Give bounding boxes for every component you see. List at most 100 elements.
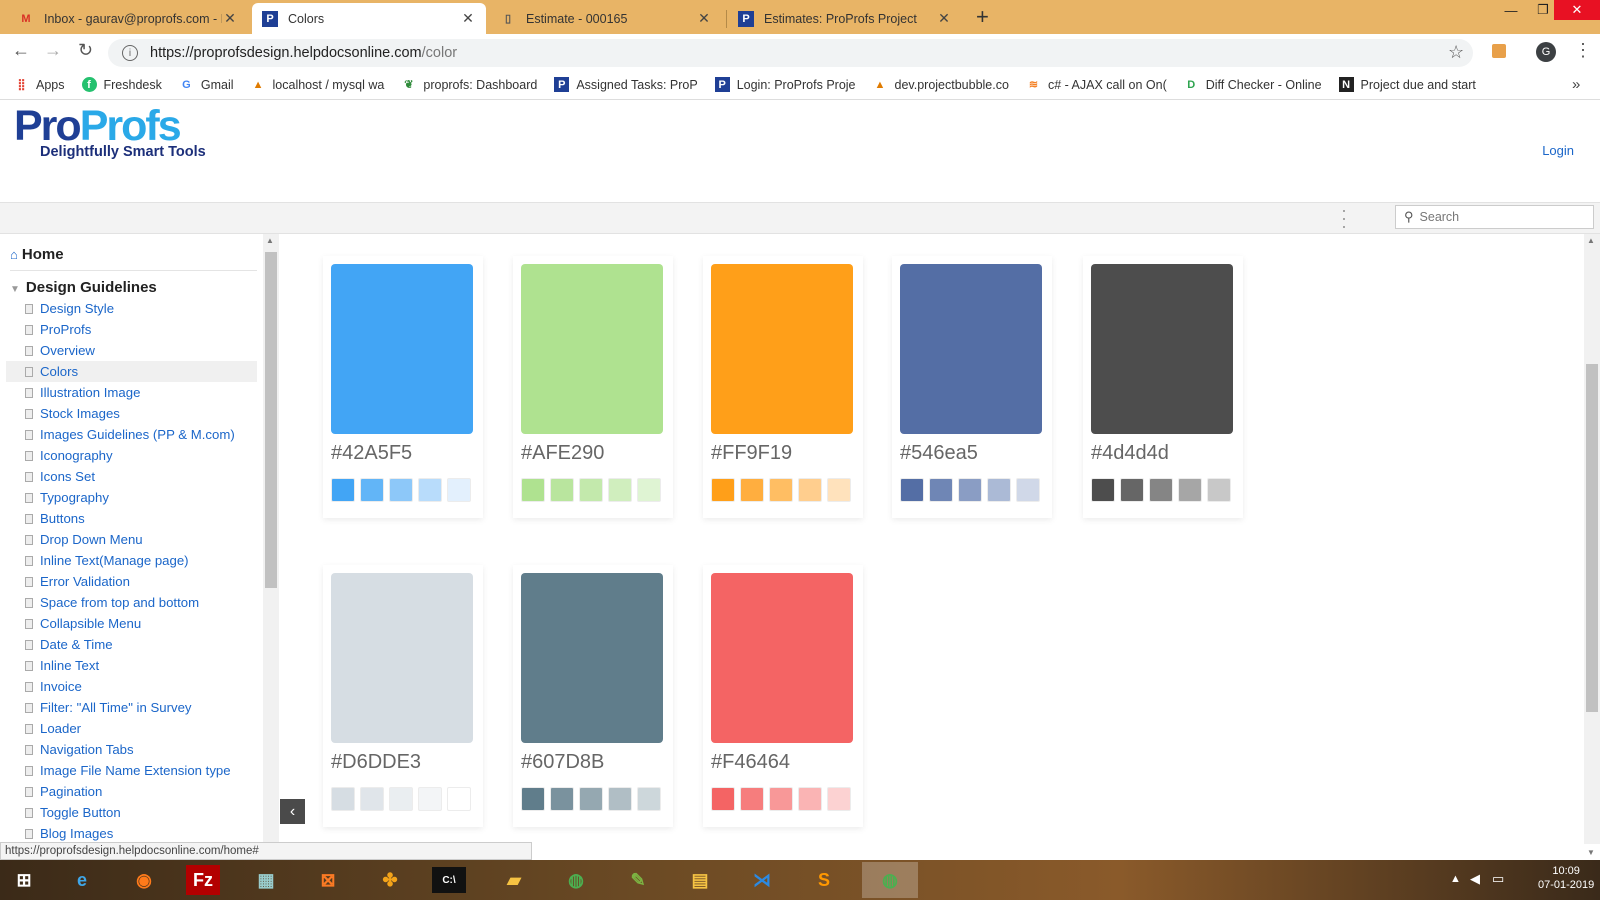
close-tab-icon[interactable]: ✕ xyxy=(222,10,238,27)
sidebar-item-error-validation[interactable]: Error Validation xyxy=(6,571,257,592)
close-window-icon[interactable]: ✕ xyxy=(1554,0,1600,20)
bookmark-gmail[interactable]: G Gmail xyxy=(179,77,233,92)
sidebar-item-navigation-tabs[interactable]: Navigation Tabs xyxy=(6,739,257,760)
volume-icon[interactable]: ◀ xyxy=(1470,871,1480,887)
main-scrollbar-thumb[interactable] xyxy=(1586,364,1598,712)
sidebar-item-stock-images[interactable]: Stock Images xyxy=(6,403,257,424)
sidebar-item-collapsible-menu[interactable]: Collapsible Menu xyxy=(6,613,257,634)
sidebar-item-typography[interactable]: Typography xyxy=(6,487,257,508)
command-prompt-icon[interactable]: C:\ xyxy=(432,867,466,893)
tab-estimates-project[interactable]: P Estimates: ProProfs Project ✕ xyxy=(728,3,962,34)
file-explorer-icon[interactable]: ▤ xyxy=(680,862,720,898)
notepad-plus-icon[interactable]: ✎ xyxy=(618,862,658,898)
sidebar-item-date-time[interactable]: Date & Time xyxy=(6,634,257,655)
sidebar-item-inline-text-manage-page[interactable]: Inline Text(Manage page) xyxy=(6,550,257,571)
sidebar-nav-list: Design Style ProProfs Overview Colors Illust… xyxy=(6,298,257,844)
bookmark-star-icon[interactable]: ☆ xyxy=(1448,42,1464,63)
internet-explorer-icon[interactable]: e xyxy=(62,862,102,898)
sidebar-item-label: Invoice xyxy=(40,679,82,694)
back-icon[interactable]: ← xyxy=(12,40,30,61)
sidebar-item-iconography[interactable]: Iconography xyxy=(6,445,257,466)
sidebar-item-inline-text[interactable]: Inline Text xyxy=(6,655,257,676)
sidebar-item-label: Date & Time xyxy=(40,637,113,652)
sidebar-item-design-style[interactable]: Design Style xyxy=(6,298,257,319)
sidebar-item-image-file-name-extension-type[interactable]: Image File Name Extension type xyxy=(6,760,257,781)
new-tab-icon[interactable]: + xyxy=(976,4,989,30)
collapse-sidebar-button[interactable]: ‹ xyxy=(280,799,305,824)
sidebar-item-overview[interactable]: Overview xyxy=(6,340,257,361)
tab-gmail[interactable]: M Inbox - gaurav@proprofs.com - I ✕ xyxy=(8,3,248,34)
network-icon[interactable]: ▦ xyxy=(246,862,286,898)
sidebar-item-pagination[interactable]: Pagination xyxy=(6,781,257,802)
bookmarks-overflow-icon[interactable]: » xyxy=(1572,76,1580,93)
tray-arrow-icon[interactable]: ▲ xyxy=(1450,873,1461,885)
bookmark-phpmyadmin[interactable]: ▲ localhost / mysql wa xyxy=(251,77,385,92)
minimize-icon[interactable]: — xyxy=(1494,0,1528,20)
bookmark-diffchecker[interactable]: D Diff Checker - Online xyxy=(1184,77,1321,92)
sidebar-item-invoice[interactable]: Invoice xyxy=(6,676,257,697)
network-tray-icon[interactable]: ▭ xyxy=(1492,871,1504,887)
proprofs-logo[interactable]: ProProfs Delightfully Smart Tools xyxy=(14,104,206,160)
bookmark-notion[interactable]: N Project due and start xyxy=(1338,77,1476,92)
address-bar[interactable]: i https://proprofsdesign.helpdocsonline.… xyxy=(108,39,1473,67)
info-icon[interactable]: i xyxy=(122,45,138,61)
firefox-icon[interactable]: ◉ xyxy=(124,862,164,898)
close-tab-icon[interactable]: ✕ xyxy=(936,10,952,27)
bookmark-freshdesk[interactable]: f Freshdesk xyxy=(81,77,162,92)
sidebar-item-loader[interactable]: Loader xyxy=(6,718,257,739)
close-tab-icon[interactable]: ✕ xyxy=(696,10,712,27)
sidebar-home[interactable]: ⌂ Home xyxy=(10,246,64,263)
color-tints xyxy=(1091,478,1236,502)
clock[interactable]: 10:09 07-01-2019 xyxy=(1538,864,1594,892)
folder-icon[interactable]: ▰ xyxy=(494,862,534,898)
extension-icon[interactable] xyxy=(1492,44,1506,58)
bookmark-stackoverflow[interactable]: ≋ c# - AJAX call on On( xyxy=(1026,77,1167,92)
chrome-icon[interactable]: ◍ xyxy=(556,862,596,898)
scroll-down-icon[interactable]: ▼ xyxy=(1587,848,1595,857)
xampp-icon[interactable]: ⊠ xyxy=(308,862,348,898)
sidebar-item-icons-set[interactable]: Icons Set xyxy=(6,466,257,487)
page-icon xyxy=(25,513,33,524)
reload-icon[interactable]: ↻ xyxy=(78,40,93,61)
more-options-icon[interactable]: · · · xyxy=(1340,201,1348,235)
sidebar-item-colors[interactable]: Colors xyxy=(6,361,257,382)
color-hex-code: #FF9F19 xyxy=(711,442,793,464)
tab-colors[interactable]: P Colors ✕ xyxy=(252,3,486,34)
pinwheel-icon[interactable]: ✤ xyxy=(370,862,410,898)
bookmark-proprofs-dashboard[interactable]: ❦ proprofs: Dashboard xyxy=(401,77,537,92)
bookmark-projectbubble[interactable]: ▲ dev.projectbubble.co xyxy=(873,77,1009,92)
search-input[interactable]: ⚲ Search xyxy=(1395,205,1594,229)
sidebar-item-drop-down-menu[interactable]: Drop Down Menu xyxy=(6,529,257,550)
bookmark-label: Freshdesk xyxy=(103,77,162,92)
sidebar-item-illustration-image[interactable]: Illustration Image xyxy=(6,382,257,403)
sidebar-item-toggle-button[interactable]: Toggle Button xyxy=(6,802,257,823)
sublime-text-icon[interactable]: S xyxy=(804,862,844,898)
forward-icon[interactable]: → xyxy=(44,40,62,61)
bookmark-login-proprofs[interactable]: P Login: ProProfs Proje xyxy=(714,77,856,92)
windows-start-icon[interactable]: ⊞ xyxy=(4,862,44,898)
sidebar-scrollbar-thumb[interactable] xyxy=(265,252,277,588)
chrome-active-icon[interactable]: ◍ xyxy=(862,862,918,898)
sidebar-item-blog-images[interactable]: Blog Images xyxy=(6,823,257,844)
bookmark-apps[interactable]: ⣿ Apps xyxy=(14,77,64,92)
sidebar-section-design-guidelines[interactable]: ▼ Design Guidelines xyxy=(10,279,157,296)
menu-kebab-icon[interactable]: ⋮ xyxy=(1574,40,1592,61)
filezilla-icon[interactable]: Fz xyxy=(186,865,220,895)
tint-swatch xyxy=(987,478,1011,502)
logo-word-pro: Pro xyxy=(14,102,82,150)
close-tab-icon[interactable]: ✕ xyxy=(460,10,476,27)
tab-estimate[interactable]: ▯ Estimate - 000165 ✕ xyxy=(490,3,722,34)
sidebar-item-label: Stock Images xyxy=(40,406,120,421)
bookmark-assigned-tasks[interactable]: P Assigned Tasks: ProP xyxy=(554,77,698,92)
sidebar-item-buttons[interactable]: Buttons xyxy=(6,508,257,529)
sidebar-item-proprofs[interactable]: ProProfs xyxy=(6,319,257,340)
scroll-up-icon[interactable]: ▲ xyxy=(266,236,274,245)
sidebar-item-space-from-top-and-bottom[interactable]: Space from top and bottom xyxy=(6,592,257,613)
scroll-up-icon[interactable]: ▲ xyxy=(1587,236,1595,245)
sidebar-item-images-guidelines-pp-m-com[interactable]: Images Guidelines (PP & M.com) xyxy=(6,424,257,445)
vscode-icon[interactable]: ⋊ xyxy=(742,862,782,898)
login-link[interactable]: Login xyxy=(1542,143,1574,158)
tint-swatch xyxy=(447,787,471,811)
sidebar-item-filter-all-time-in-survey[interactable]: Filter: "All Time" in Survey xyxy=(6,697,257,718)
avatar[interactable]: G xyxy=(1536,42,1556,62)
